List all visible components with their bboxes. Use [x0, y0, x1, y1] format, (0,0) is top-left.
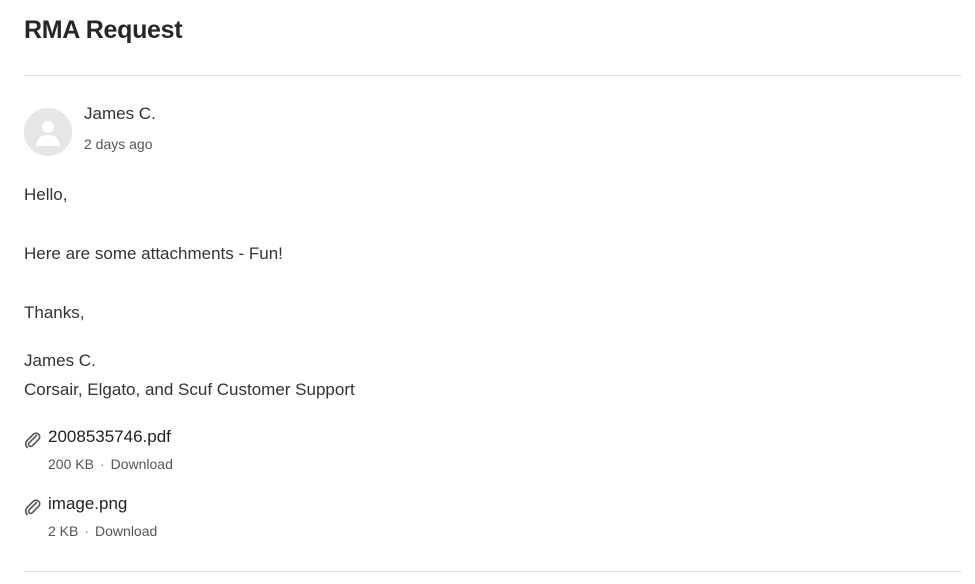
ticket-title: RMA Request — [24, 16, 183, 44]
comment-timestamp: 2 days ago — [84, 136, 153, 152]
download-link[interactable]: Download — [95, 523, 157, 539]
author-name: James C. — [84, 104, 156, 123]
download-link[interactable]: Download — [111, 456, 173, 472]
attachment-meta: 200 KB · Download — [48, 456, 173, 472]
signature-team: Corsair, Elgato, and Scuf Customer Suppo… — [24, 380, 355, 399]
attachment-meta: 2 KB · Download — [48, 523, 157, 539]
avatar — [24, 108, 72, 156]
paperclip-icon — [24, 499, 41, 516]
footer-divider — [24, 571, 961, 572]
attachment-filename[interactable]: image.png — [48, 494, 127, 514]
meta-separator: · — [99, 456, 105, 472]
signature-name: James C. — [24, 351, 96, 370]
attachment-filename[interactable]: 2008535746.pdf — [48, 427, 171, 447]
comment-message: Here are some attachments - Fun! — [24, 244, 283, 263]
attachment-size: 2 KB — [48, 523, 79, 539]
attachment-size: 200 KB — [48, 456, 94, 472]
meta-separator: · — [84, 523, 90, 539]
comment-greeting: Hello, — [24, 185, 68, 204]
comment-closing: Thanks, — [24, 303, 85, 322]
paperclip-icon — [24, 432, 41, 449]
header-divider — [24, 75, 961, 76]
user-icon — [36, 121, 60, 146]
